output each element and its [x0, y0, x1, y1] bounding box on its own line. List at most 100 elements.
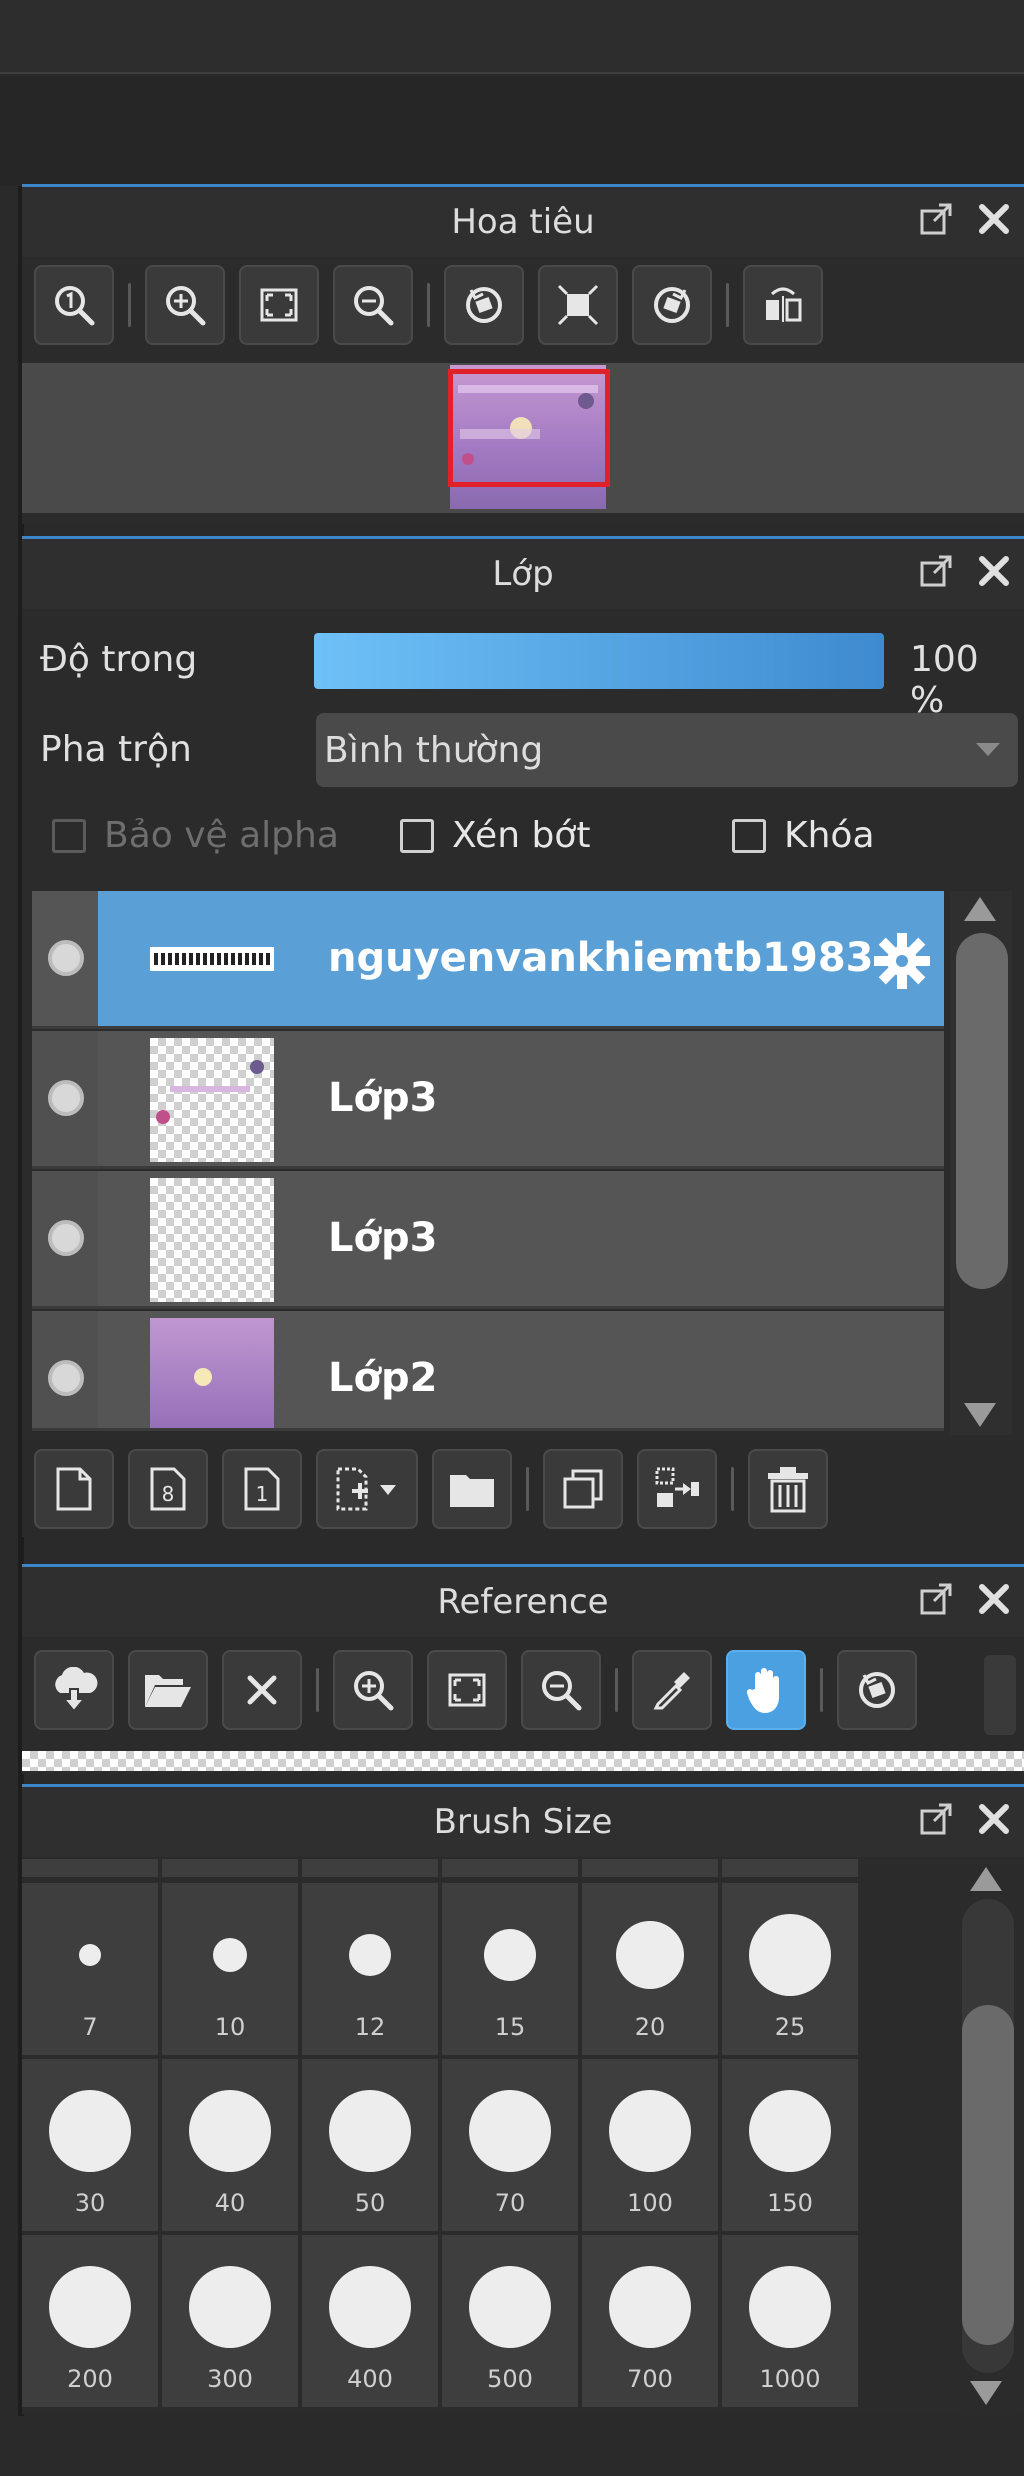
scroll-down-icon[interactable] [970, 2381, 1002, 2405]
brush-size-700[interactable]: 700 [582, 2235, 718, 2407]
visibility-toggle[interactable] [48, 940, 84, 976]
brush-size-40[interactable]: 40 [162, 2059, 298, 2231]
clipping-checkbox[interactable]: Xén bớt [400, 815, 590, 856]
brush-size-label: 400 [347, 2365, 393, 2393]
cloud-download-button[interactable] [34, 1650, 114, 1730]
navigator-preview[interactable] [22, 363, 1024, 513]
reference-rotate-button[interactable] [837, 1650, 917, 1730]
brush-size-20[interactable]: 20 [582, 1883, 718, 2055]
merge-layer-button[interactable] [637, 1449, 717, 1529]
layer-item-1[interactable]: Lớp3 [32, 1031, 944, 1169]
brush-size-150[interactable]: 150 [722, 2059, 858, 2231]
brush-scrollbar[interactable] [956, 1859, 1018, 2415]
visibility-toggle[interactable] [48, 1220, 84, 1256]
brush-preview-dot [749, 1914, 831, 1996]
close-icon[interactable] [974, 1799, 1014, 1839]
layer-panel: Lớp Độ trong 100 % Pha trộn Bình thường … [22, 536, 1024, 1537]
hand-tool-button[interactable] [726, 1650, 806, 1730]
brush-size-400[interactable]: 400 [302, 2235, 438, 2407]
brush-size-300[interactable]: 300 [162, 2235, 298, 2407]
layer-thumbnail [150, 1038, 274, 1162]
scroll-thumb[interactable] [962, 2005, 1014, 2345]
layer-thumbnail [150, 947, 274, 971]
reference-zoom-out-button[interactable] [521, 1650, 601, 1730]
close-icon[interactable] [974, 199, 1014, 239]
brush-preview-dot [609, 2090, 691, 2172]
layer-item-2[interactable]: Lớp3 [32, 1171, 944, 1309]
brush-size-500[interactable]: 500 [442, 2235, 578, 2407]
zoom-actual-button[interactable] [34, 265, 114, 345]
brush-preview-dot [189, 2090, 271, 2172]
brush-size-25[interactable]: 25 [722, 1883, 858, 2055]
blend-mode-dropdown[interactable]: Bình thường [316, 713, 1018, 787]
close-icon[interactable] [974, 1579, 1014, 1619]
layer-scrollbar[interactable] [950, 891, 1012, 1435]
separator [526, 1467, 529, 1511]
opacity-slider[interactable] [314, 633, 884, 689]
gear-icon[interactable] [872, 931, 932, 991]
visibility-toggle[interactable] [48, 1360, 84, 1396]
separator [731, 1467, 734, 1511]
layer-item-3[interactable]: Lớp2 [32, 1311, 944, 1431]
scroll-thumb[interactable] [956, 933, 1008, 1289]
brush-size-12[interactable]: 12 [302, 1883, 438, 2055]
scroll-up-icon[interactable] [964, 897, 996, 921]
new-8bit-layer-button[interactable]: 8 [128, 1449, 208, 1529]
brush-size-100[interactable]: 100 [582, 2059, 718, 2231]
visibility-toggle[interactable] [48, 1080, 84, 1116]
open-file-button[interactable] [128, 1650, 208, 1730]
brush-size-200[interactable]: 200 [22, 2235, 158, 2407]
opacity-value: 100 % [910, 639, 979, 721]
brush-size-10[interactable]: 10 [162, 1883, 298, 2055]
clear-reference-button[interactable] [222, 1650, 302, 1730]
lock-checkbox[interactable]: Khóa [732, 815, 875, 856]
layer-name: Lớp3 [328, 1075, 438, 1121]
add-layer-menu-button[interactable] [316, 1449, 418, 1529]
opacity-slider-fill [314, 633, 884, 689]
scroll-down-icon[interactable] [964, 1403, 996, 1427]
brush-row-clipped [22, 1859, 886, 1879]
brush-size-7[interactable]: 7 [22, 1883, 158, 2055]
layer-name: nguyenvankhiemtb1983 [328, 935, 874, 981]
zoom-out-button[interactable] [333, 265, 413, 345]
rotate-left-button[interactable] [444, 265, 524, 345]
brush-size-70[interactable]: 70 [442, 2059, 578, 2231]
brush-preview-dot [213, 1938, 247, 1972]
separator [615, 1668, 618, 1712]
checkbox-box [732, 818, 766, 853]
popout-icon[interactable] [916, 1799, 956, 1839]
new-layer-button[interactable] [34, 1449, 114, 1529]
checkbox-box [52, 818, 86, 853]
rotate-right-button[interactable] [632, 265, 712, 345]
toolbar-overflow-handle[interactable] [984, 1655, 1016, 1735]
brush-size-label: 40 [214, 2189, 246, 2217]
new-1bit-layer-button[interactable]: 1 [222, 1449, 302, 1529]
brush-size-1000[interactable]: 1000 [722, 2235, 858, 2407]
reset-view-button[interactable] [538, 265, 618, 345]
popout-icon[interactable] [916, 1579, 956, 1619]
brush-size-30[interactable]: 30 [22, 2059, 158, 2231]
close-icon[interactable] [974, 551, 1014, 591]
hand-icon [746, 1668, 779, 1713]
layer-name: Lớp2 [328, 1355, 438, 1401]
merge-down-icon [655, 1467, 699, 1507]
protect-alpha-checkbox[interactable]: Bảo vệ alpha [52, 815, 339, 856]
duplicate-layer-button[interactable] [543, 1449, 623, 1529]
viewport-indicator[interactable] [448, 369, 610, 487]
popout-icon[interactable] [916, 551, 956, 591]
fit-screen-button[interactable] [239, 265, 319, 345]
reference-zoom-in-button[interactable] [333, 1650, 413, 1730]
brush-size-50[interactable]: 50 [302, 2059, 438, 2231]
flip-horizontal-button[interactable] [743, 265, 823, 345]
brush-size-15[interactable]: 15 [442, 1883, 578, 2055]
scroll-up-icon[interactable] [970, 1867, 1002, 1891]
reference-canvas[interactable] [22, 1751, 1024, 1771]
zoom-in-button[interactable] [145, 265, 225, 345]
delete-layer-button[interactable] [748, 1449, 828, 1529]
reference-fit-button[interactable] [427, 1650, 507, 1730]
layer-item-0[interactable]: nguyenvankhiemtb1983 [32, 891, 944, 1029]
eyedropper-button[interactable] [632, 1650, 712, 1730]
popout-icon[interactable] [916, 199, 956, 239]
new-folder-button[interactable] [432, 1449, 512, 1529]
brush-size-label: 300 [207, 2365, 253, 2393]
